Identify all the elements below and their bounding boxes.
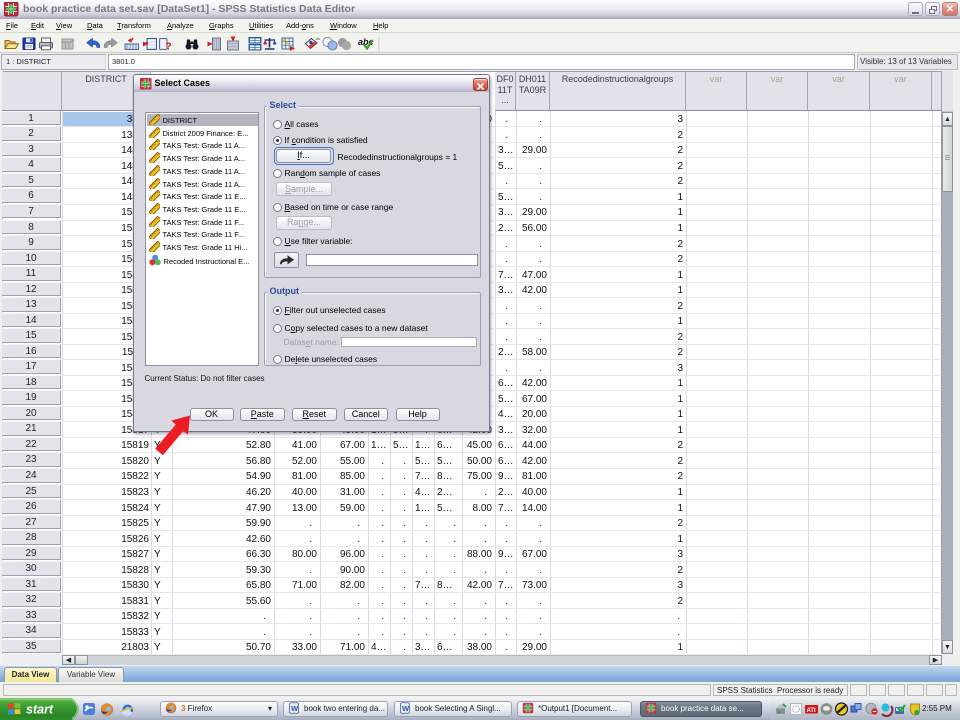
svg-text:W: W	[291, 704, 299, 713]
svg-text:start: start	[26, 703, 54, 717]
svg-text:?: ?	[166, 42, 172, 53]
svg-text:W: W	[402, 704, 410, 713]
svg-text:ATI: ATI	[807, 708, 817, 714]
